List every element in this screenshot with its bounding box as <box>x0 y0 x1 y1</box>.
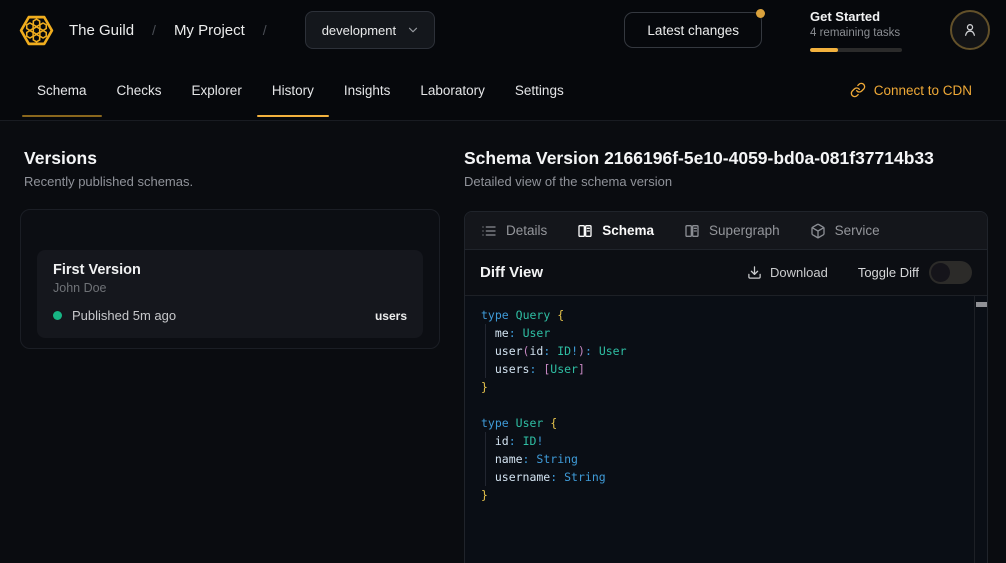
download-icon <box>747 265 762 280</box>
breadcrumb-separator: / <box>152 22 156 38</box>
diff-view-title: Diff View <box>480 264 543 281</box>
notification-dot <box>756 9 765 18</box>
version-tab-supergraph[interactable]: Supergraph <box>684 223 780 239</box>
user-menu-button[interactable] <box>950 10 990 50</box>
connect-to-cdn-button[interactable]: Connect to CDN <box>850 60 972 120</box>
versions-subtitle: Recently published schemas. <box>24 174 464 189</box>
hive-logo-icon[interactable] <box>18 12 55 49</box>
version-service-badge: users <box>375 309 407 323</box>
schema-sdl-code: type Query { me: User user(id: ID!): Use… <box>465 296 987 563</box>
person-icon <box>961 21 979 39</box>
toggle-diff-label: Toggle Diff <box>858 265 919 280</box>
version-detail-panel: Schema Version 2166196f-5e10-4059-bd0a-0… <box>464 121 1006 563</box>
download-button[interactable]: Download <box>747 265 828 280</box>
scrollbar-thumb[interactable] <box>976 302 987 307</box>
header-actions: Latest changes Get Started 4 remaining t… <box>624 9 990 52</box>
published-status-dot <box>53 311 62 320</box>
switch-knob <box>931 263 950 282</box>
version-detail-title: Schema Version 2166196f-5e10-4059-bd0a-0… <box>464 147 988 169</box>
diff-view-toolbar: Diff View Download Toggle Diff <box>465 250 987 296</box>
version-author: John Doe <box>53 281 407 295</box>
code-line: } <box>481 378 971 396</box>
versions-list-card: First Version John Doe Published 5m ago … <box>20 209 440 349</box>
primary-nav: SchemaChecksExplorerHistoryInsightsLabor… <box>0 60 1006 121</box>
versions-title: Versions <box>24 147 464 169</box>
version-name: First Version <box>53 262 407 278</box>
app-header: The Guild / My Project / development Lat… <box>0 0 1006 60</box>
tab-checks[interactable]: Checks <box>102 60 177 120</box>
version-list-item[interactable]: First Version John Doe Published 5m ago … <box>37 250 423 338</box>
schema-view-tabs: Details Schema Supergraph Service <box>465 212 987 250</box>
schema-view-card: Details Schema Supergraph Service Diff View… <box>464 211 988 563</box>
code-line: name: String <box>481 450 971 468</box>
version-tab-service[interactable]: Service <box>810 223 880 239</box>
columns-icon <box>684 223 700 239</box>
version-status: Published 5m ago <box>72 308 176 323</box>
project-breadcrumb[interactable]: My Project <box>174 22 245 39</box>
main-content: Versions Recently published schemas. Fir… <box>0 121 1006 563</box>
get-started-widget[interactable]: Get Started 4 remaining tasks <box>810 9 902 52</box>
version-tab-details[interactable]: Details <box>481 223 547 239</box>
get-started-progressbar <box>810 48 902 52</box>
version-detail-subtitle: Detailed view of the schema version <box>464 174 988 189</box>
cube-icon <box>810 223 826 239</box>
code-scrollbar[interactable] <box>974 296 987 563</box>
code-line: user(id: ID!): User <box>481 342 971 360</box>
code-line <box>481 396 971 414</box>
target-selector-value: development <box>322 23 396 38</box>
tab-settings[interactable]: Settings <box>500 60 579 120</box>
columns-icon <box>577 223 593 239</box>
link-icon <box>850 82 866 98</box>
chevron-down-icon <box>406 23 420 37</box>
version-tab-schema[interactable]: Schema <box>577 223 654 239</box>
code-line: type Query { <box>481 306 971 324</box>
breadcrumb-separator: / <box>263 22 267 38</box>
get-started-title: Get Started <box>810 9 902 25</box>
tab-insights[interactable]: Insights <box>329 60 406 120</box>
tab-laboratory[interactable]: Laboratory <box>405 60 500 120</box>
code-line: } <box>481 486 971 504</box>
tab-explorer[interactable]: Explorer <box>177 60 257 120</box>
org-breadcrumb[interactable]: The Guild <box>69 22 134 39</box>
code-line: users: [User] <box>481 360 971 378</box>
nav-tabs: SchemaChecksExplorerHistoryInsightsLabor… <box>22 60 850 120</box>
list-icon <box>481 223 497 239</box>
code-line: type User { <box>481 414 971 432</box>
code-line: me: User <box>481 324 971 342</box>
tab-schema[interactable]: Schema <box>22 60 102 120</box>
target-selector-dropdown[interactable]: development <box>305 11 435 49</box>
breadcrumb: The Guild / My Project / development <box>18 11 624 49</box>
code-line: username: String <box>481 468 971 486</box>
tab-history[interactable]: History <box>257 60 329 120</box>
versions-panel: Versions Recently published schemas. Fir… <box>0 121 464 563</box>
get-started-progress-fill <box>810 48 838 52</box>
code-line: id: ID! <box>481 432 971 450</box>
get-started-subtitle: 4 remaining tasks <box>810 26 902 41</box>
toggle-diff-switch[interactable] <box>929 261 972 284</box>
latest-changes-button[interactable]: Latest changes <box>624 12 762 48</box>
